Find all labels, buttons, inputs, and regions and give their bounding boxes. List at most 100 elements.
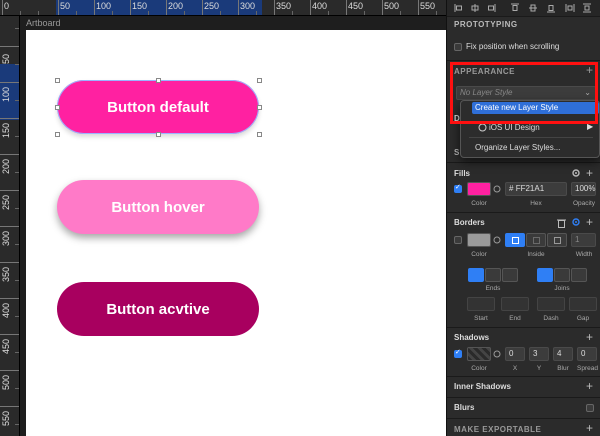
ruler-label: 550 xyxy=(1,410,11,426)
fill-color-swatch[interactable] xyxy=(467,182,491,196)
ruler-tick xyxy=(202,0,203,15)
trash-icon[interactable] xyxy=(557,218,566,228)
resize-handle-top[interactable] xyxy=(156,78,161,83)
resize-handle-bottom-right[interactable] xyxy=(257,132,262,137)
ruler-top[interactable]: 0 50 100 150 200 250 300 350 400 450 500… xyxy=(0,0,446,16)
fill-opacity-input[interactable]: 100% xyxy=(571,182,596,196)
align-left-icon[interactable] xyxy=(454,4,462,12)
join-bevel-toggle[interactable] xyxy=(571,268,587,282)
ruler-tick xyxy=(0,190,19,191)
join-miter-toggle[interactable] xyxy=(537,268,553,282)
button-hover-shape[interactable]: Button hover xyxy=(57,180,259,234)
align-center-icon[interactable] xyxy=(471,4,479,12)
resize-handle-bottom-left[interactable] xyxy=(55,132,60,137)
borders-add-icon[interactable]: + xyxy=(586,216,593,228)
border-enabled-checkbox[interactable] xyxy=(454,236,462,244)
shadow-x-input[interactable]: 0 xyxy=(505,347,525,361)
ruler-minor-tick xyxy=(15,172,19,173)
menu-item-organize-layer-styles[interactable]: Organize Layer Styles... xyxy=(475,143,560,152)
fill-opacity-caption: Opacity xyxy=(572,200,596,207)
border-outside-toggle[interactable] xyxy=(547,233,567,247)
export-add-icon[interactable]: + xyxy=(586,422,593,434)
align-middle-icon[interactable] xyxy=(529,4,537,12)
canvas[interactable]: Artboard Button default Button hover But… xyxy=(20,16,446,436)
ruler-label: 500 xyxy=(1,374,11,390)
ruler-label: 100 xyxy=(1,86,11,102)
menu-item-ios-ui-design[interactable]: iOS UI Design xyxy=(489,123,540,132)
fix-position-label: Fix position when scrolling xyxy=(466,42,560,51)
button-active-shape[interactable]: Button acvtive xyxy=(57,282,259,336)
end-caption: End xyxy=(509,315,521,322)
border-width-input[interactable]: 1 xyxy=(571,233,596,247)
ruler-minor-tick xyxy=(15,424,19,425)
gear-icon[interactable] xyxy=(571,217,581,227)
ruler-tick xyxy=(346,0,347,15)
resize-handle-left[interactable] xyxy=(55,105,60,110)
link-icon[interactable] xyxy=(493,236,501,244)
blurs-section-title: Blurs xyxy=(454,403,475,412)
join-round-toggle[interactable] xyxy=(554,268,570,282)
distribute-vertical-icon[interactable] xyxy=(583,3,591,13)
shadow-color-swatch[interactable] xyxy=(467,347,491,361)
borders-section-title: Borders xyxy=(454,218,485,227)
resize-handle-top-left[interactable] xyxy=(55,78,60,83)
button-default-shape[interactable]: Button default xyxy=(57,80,259,134)
ruler-tick xyxy=(418,0,419,15)
ruler-label: 100 xyxy=(96,1,112,11)
fill-hex-input[interactable]: # FF21A1 xyxy=(505,182,567,196)
shadow-enabled-checkbox[interactable] xyxy=(454,348,462,358)
resize-handle-bottom[interactable] xyxy=(156,132,161,137)
shadows-add-icon[interactable]: + xyxy=(586,331,593,343)
ruler-tick xyxy=(0,118,19,119)
artboard-label[interactable]: Artboard xyxy=(26,18,61,28)
ruler-minor-tick xyxy=(15,100,19,101)
shadow-y-input[interactable]: 3 xyxy=(529,347,549,361)
align-top-icon[interactable] xyxy=(511,3,519,11)
end-square-toggle[interactable] xyxy=(502,268,518,282)
ruler-minor-tick xyxy=(15,352,19,353)
divider xyxy=(447,397,600,398)
stroke-dash-input[interactable] xyxy=(537,297,565,311)
border-center-toggle[interactable] xyxy=(526,233,546,247)
ruler-minor-tick xyxy=(184,11,185,15)
stroke-start-select[interactable] xyxy=(467,297,495,311)
divider xyxy=(447,162,600,163)
ruler-left[interactable]: 50 100 150 200 250 300 350 400 450 500 5… xyxy=(0,16,20,436)
resize-handle-right[interactable] xyxy=(257,105,262,110)
border-position-caption: Inside xyxy=(527,251,545,258)
start-caption: Start xyxy=(474,315,488,322)
end-round-toggle[interactable] xyxy=(485,268,501,282)
ruler-minor-tick xyxy=(15,244,19,245)
shadow-blur-input[interactable]: 4 xyxy=(553,347,573,361)
fix-position-checkbox[interactable] xyxy=(454,43,462,51)
fill-enabled-checkbox[interactable] xyxy=(454,183,462,193)
ruler-minor-tick xyxy=(15,64,19,65)
ruler-tick xyxy=(0,154,19,155)
align-bottom-icon[interactable] xyxy=(547,5,555,13)
stroke-end-select[interactable] xyxy=(501,297,529,311)
border-color-swatch[interactable] xyxy=(467,233,491,247)
link-icon[interactable] xyxy=(493,185,501,193)
ruler-minor-tick xyxy=(15,208,19,209)
layer-style-group-icon xyxy=(478,123,487,132)
gear-icon[interactable] xyxy=(571,168,581,178)
border-inside-toggle[interactable] xyxy=(505,233,525,247)
dash-caption: Dash xyxy=(543,315,559,322)
fills-add-icon[interactable]: + xyxy=(586,167,593,179)
stroke-gap-input[interactable] xyxy=(569,297,597,311)
blur-enabled-checkbox[interactable] xyxy=(586,404,594,412)
end-butt-toggle[interactable] xyxy=(468,268,484,282)
align-right-icon[interactable] xyxy=(488,4,496,12)
distribute-icon[interactable] xyxy=(565,4,575,12)
divider xyxy=(447,376,600,377)
inner-shadows-add-icon[interactable]: + xyxy=(586,380,593,392)
resize-handle-top-right[interactable] xyxy=(257,78,262,83)
link-icon[interactable] xyxy=(493,350,501,358)
divider xyxy=(447,418,600,419)
shadows-section-title: Shadows xyxy=(454,333,490,342)
gap-caption: Gap xyxy=(576,315,590,322)
prototyping-section-title: PROTOTYPING xyxy=(454,20,518,29)
border-color-caption: Color xyxy=(471,251,487,258)
artboard[interactable]: Button default Button hover Button acvti… xyxy=(26,30,446,436)
shadow-spread-input[interactable]: 0 xyxy=(577,347,597,361)
